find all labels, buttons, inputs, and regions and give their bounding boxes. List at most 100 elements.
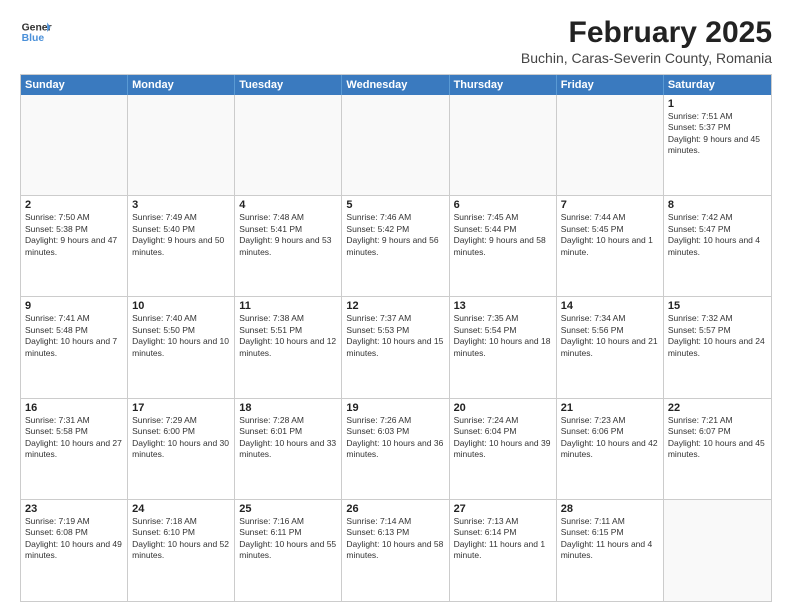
calendar-cell: [128, 95, 235, 195]
day-number: 26: [346, 503, 444, 515]
day-number: 4: [239, 199, 337, 211]
calendar-cell: 19Sunrise: 7:26 AM Sunset: 6:03 PM Dayli…: [342, 399, 449, 499]
calendar-cell: 17Sunrise: 7:29 AM Sunset: 6:00 PM Dayli…: [128, 399, 235, 499]
calendar-cell: 20Sunrise: 7:24 AM Sunset: 6:04 PM Dayli…: [450, 399, 557, 499]
cell-info: Sunrise: 7:14 AM Sunset: 6:13 PM Dayligh…: [346, 516, 444, 562]
calendar-cell: 11Sunrise: 7:38 AM Sunset: 5:51 PM Dayli…: [235, 297, 342, 397]
weekday-header-thursday: Thursday: [450, 75, 557, 95]
logo: General Blue: [20, 16, 52, 48]
day-number: 5: [346, 199, 444, 211]
header: General Blue February 2025 Buchin, Caras…: [20, 16, 772, 66]
day-number: 24: [132, 503, 230, 515]
calendar-cell: 6Sunrise: 7:45 AM Sunset: 5:44 PM Daylig…: [450, 196, 557, 296]
calendar-cell: 7Sunrise: 7:44 AM Sunset: 5:45 PM Daylig…: [557, 196, 664, 296]
day-number: 7: [561, 199, 659, 211]
weekday-header-monday: Monday: [128, 75, 235, 95]
calendar: SundayMondayTuesdayWednesdayThursdayFrid…: [20, 74, 772, 602]
calendar-cell: 24Sunrise: 7:18 AM Sunset: 6:10 PM Dayli…: [128, 500, 235, 601]
month-year: February 2025: [521, 16, 772, 50]
calendar-cell: 10Sunrise: 7:40 AM Sunset: 5:50 PM Dayli…: [128, 297, 235, 397]
cell-info: Sunrise: 7:35 AM Sunset: 5:54 PM Dayligh…: [454, 313, 552, 359]
cell-info: Sunrise: 7:51 AM Sunset: 5:37 PM Dayligh…: [668, 111, 767, 157]
cell-info: Sunrise: 7:18 AM Sunset: 6:10 PM Dayligh…: [132, 516, 230, 562]
calendar-body: 1Sunrise: 7:51 AM Sunset: 5:37 PM Daylig…: [21, 95, 771, 601]
cell-info: Sunrise: 7:50 AM Sunset: 5:38 PM Dayligh…: [25, 212, 123, 258]
day-number: 22: [668, 402, 767, 414]
calendar-cell: 9Sunrise: 7:41 AM Sunset: 5:48 PM Daylig…: [21, 297, 128, 397]
cell-info: Sunrise: 7:40 AM Sunset: 5:50 PM Dayligh…: [132, 313, 230, 359]
cell-info: Sunrise: 7:21 AM Sunset: 6:07 PM Dayligh…: [668, 415, 767, 461]
day-number: 14: [561, 300, 659, 312]
cell-info: Sunrise: 7:24 AM Sunset: 6:04 PM Dayligh…: [454, 415, 552, 461]
day-number: 13: [454, 300, 552, 312]
day-number: 3: [132, 199, 230, 211]
cell-info: Sunrise: 7:32 AM Sunset: 5:57 PM Dayligh…: [668, 313, 767, 359]
calendar-cell: 4Sunrise: 7:48 AM Sunset: 5:41 PM Daylig…: [235, 196, 342, 296]
cell-info: Sunrise: 7:45 AM Sunset: 5:44 PM Dayligh…: [454, 212, 552, 258]
calendar-cell: 22Sunrise: 7:21 AM Sunset: 6:07 PM Dayli…: [664, 399, 771, 499]
calendar-cell: 2Sunrise: 7:50 AM Sunset: 5:38 PM Daylig…: [21, 196, 128, 296]
day-number: 2: [25, 199, 123, 211]
calendar-row-0: 1Sunrise: 7:51 AM Sunset: 5:37 PM Daylig…: [21, 95, 771, 196]
cell-info: Sunrise: 7:26 AM Sunset: 6:03 PM Dayligh…: [346, 415, 444, 461]
calendar-cell: [557, 95, 664, 195]
calendar-cell: 1Sunrise: 7:51 AM Sunset: 5:37 PM Daylig…: [664, 95, 771, 195]
day-number: 16: [25, 402, 123, 414]
title-block: February 2025 Buchin, Caras-Severin Coun…: [521, 16, 772, 66]
calendar-row-2: 9Sunrise: 7:41 AM Sunset: 5:48 PM Daylig…: [21, 297, 771, 398]
weekday-header-friday: Friday: [557, 75, 664, 95]
calendar-cell: 13Sunrise: 7:35 AM Sunset: 5:54 PM Dayli…: [450, 297, 557, 397]
calendar-row-3: 16Sunrise: 7:31 AM Sunset: 5:58 PM Dayli…: [21, 399, 771, 500]
calendar-header: SundayMondayTuesdayWednesdayThursdayFrid…: [21, 75, 771, 95]
weekday-header-saturday: Saturday: [664, 75, 771, 95]
day-number: 20: [454, 402, 552, 414]
cell-info: Sunrise: 7:44 AM Sunset: 5:45 PM Dayligh…: [561, 212, 659, 258]
svg-text:Blue: Blue: [22, 33, 45, 44]
day-number: 23: [25, 503, 123, 515]
day-number: 6: [454, 199, 552, 211]
calendar-cell: [450, 95, 557, 195]
cell-info: Sunrise: 7:31 AM Sunset: 5:58 PM Dayligh…: [25, 415, 123, 461]
cell-info: Sunrise: 7:16 AM Sunset: 6:11 PM Dayligh…: [239, 516, 337, 562]
calendar-cell: 8Sunrise: 7:42 AM Sunset: 5:47 PM Daylig…: [664, 196, 771, 296]
cell-info: Sunrise: 7:13 AM Sunset: 6:14 PM Dayligh…: [454, 516, 552, 562]
page: General Blue February 2025 Buchin, Caras…: [0, 0, 792, 612]
calendar-cell: 15Sunrise: 7:32 AM Sunset: 5:57 PM Dayli…: [664, 297, 771, 397]
weekday-header-sunday: Sunday: [21, 75, 128, 95]
day-number: 19: [346, 402, 444, 414]
cell-info: Sunrise: 7:19 AM Sunset: 6:08 PM Dayligh…: [25, 516, 123, 562]
cell-info: Sunrise: 7:38 AM Sunset: 5:51 PM Dayligh…: [239, 313, 337, 359]
logo-icon: General Blue: [20, 16, 52, 48]
day-number: 28: [561, 503, 659, 515]
calendar-cell: [235, 95, 342, 195]
calendar-cell: 16Sunrise: 7:31 AM Sunset: 5:58 PM Dayli…: [21, 399, 128, 499]
calendar-cell: 27Sunrise: 7:13 AM Sunset: 6:14 PM Dayli…: [450, 500, 557, 601]
day-number: 25: [239, 503, 337, 515]
calendar-row-4: 23Sunrise: 7:19 AM Sunset: 6:08 PM Dayli…: [21, 500, 771, 601]
calendar-cell: 23Sunrise: 7:19 AM Sunset: 6:08 PM Dayli…: [21, 500, 128, 601]
calendar-cell: 3Sunrise: 7:49 AM Sunset: 5:40 PM Daylig…: [128, 196, 235, 296]
calendar-row-1: 2Sunrise: 7:50 AM Sunset: 5:38 PM Daylig…: [21, 196, 771, 297]
cell-info: Sunrise: 7:41 AM Sunset: 5:48 PM Dayligh…: [25, 313, 123, 359]
weekday-header-wednesday: Wednesday: [342, 75, 449, 95]
calendar-cell: [664, 500, 771, 601]
day-number: 17: [132, 402, 230, 414]
cell-info: Sunrise: 7:23 AM Sunset: 6:06 PM Dayligh…: [561, 415, 659, 461]
day-number: 10: [132, 300, 230, 312]
calendar-cell: 5Sunrise: 7:46 AM Sunset: 5:42 PM Daylig…: [342, 196, 449, 296]
cell-info: Sunrise: 7:37 AM Sunset: 5:53 PM Dayligh…: [346, 313, 444, 359]
calendar-cell: 26Sunrise: 7:14 AM Sunset: 6:13 PM Dayli…: [342, 500, 449, 601]
cell-info: Sunrise: 7:34 AM Sunset: 5:56 PM Dayligh…: [561, 313, 659, 359]
day-number: 12: [346, 300, 444, 312]
cell-info: Sunrise: 7:28 AM Sunset: 6:01 PM Dayligh…: [239, 415, 337, 461]
cell-info: Sunrise: 7:46 AM Sunset: 5:42 PM Dayligh…: [346, 212, 444, 258]
cell-info: Sunrise: 7:49 AM Sunset: 5:40 PM Dayligh…: [132, 212, 230, 258]
calendar-cell: 25Sunrise: 7:16 AM Sunset: 6:11 PM Dayli…: [235, 500, 342, 601]
day-number: 18: [239, 402, 337, 414]
day-number: 1: [668, 98, 767, 110]
cell-info: Sunrise: 7:29 AM Sunset: 6:00 PM Dayligh…: [132, 415, 230, 461]
day-number: 21: [561, 402, 659, 414]
day-number: 15: [668, 300, 767, 312]
cell-info: Sunrise: 7:48 AM Sunset: 5:41 PM Dayligh…: [239, 212, 337, 258]
day-number: 27: [454, 503, 552, 515]
